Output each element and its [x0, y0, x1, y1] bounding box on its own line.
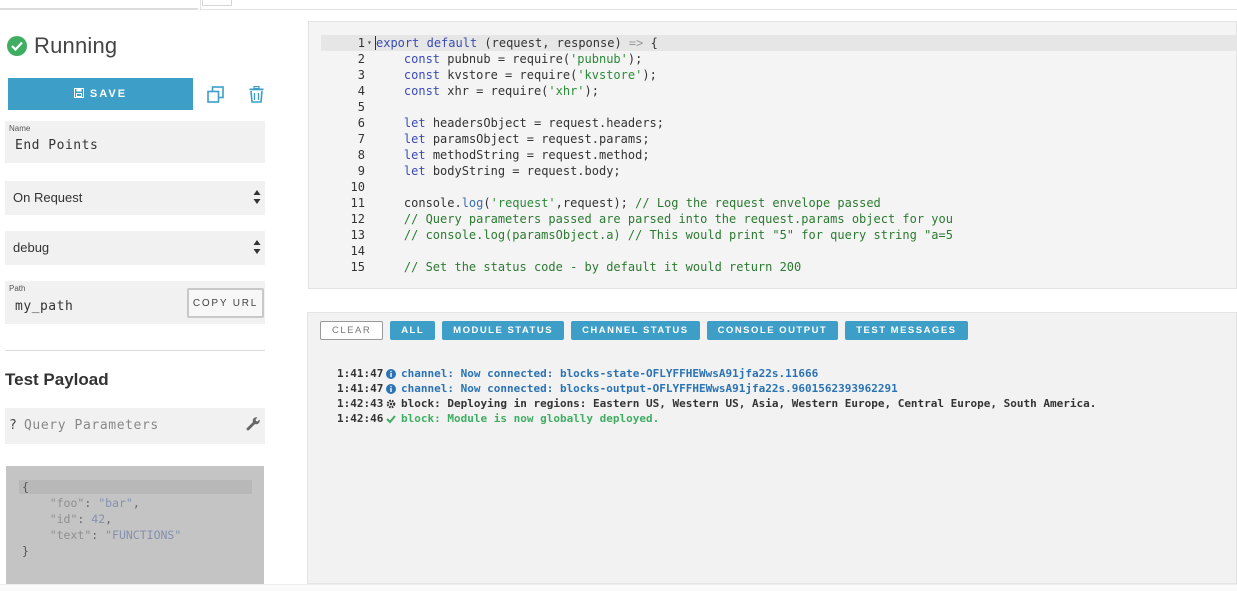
line-number: 12	[350, 212, 365, 226]
event-type-select[interactable]: On Request	[5, 181, 265, 215]
log-message: block: Deploying in regions: Eastern US,…	[401, 397, 1097, 410]
payload-line: "foo": "bar",	[49, 496, 140, 510]
code-text: let methodString = request.method;	[403, 148, 650, 162]
name-field[interactable]: Name End Points	[5, 121, 265, 163]
payload-active-line	[19, 480, 252, 494]
wrench-icon[interactable]	[246, 417, 261, 432]
code-text: let bodyString = request.body;	[403, 164, 621, 178]
console-log-entry: 1:42:43 block: Deploying in regions: East…	[337, 396, 1096, 411]
top-bar-control[interactable]	[202, 0, 232, 6]
line-number: 13	[350, 228, 365, 242]
console-log-list: 1:41:47 channel: Now connected: blocks-st…	[337, 366, 1096, 426]
query-parameters-input[interactable]: ? Query Parameters	[5, 408, 265, 444]
line-number: 8	[357, 148, 365, 162]
query-placeholder: Query Parameters	[24, 418, 159, 433]
code-text: const pubnub = require('pubnub');	[403, 52, 643, 66]
gear-icon	[385, 398, 397, 410]
status-indicator: Running	[7, 33, 117, 59]
line-number: 7	[357, 132, 365, 146]
console-tab-channel-status[interactable]: CHANNEL STATUS	[571, 321, 700, 340]
query-prefix: ?	[9, 418, 17, 433]
line-number: 9	[357, 164, 365, 178]
log-timestamp: 1:41:47	[337, 382, 384, 395]
code-text: // Query parameters passed are parsed in…	[403, 212, 953, 226]
code-text: export default (request, response) => {	[375, 36, 658, 50]
name-value: End Points	[15, 138, 99, 153]
log-timestamp: 1:41:47	[337, 367, 384, 380]
line-number: 5	[357, 100, 365, 114]
payload-line: "text": "FUNCTIONS"	[49, 528, 182, 542]
name-label: Name	[9, 124, 31, 133]
top-bar	[200, 0, 1237, 10]
duplicate-icon[interactable]	[205, 83, 225, 105]
line-number: 11	[350, 196, 365, 210]
code-text: // console.log(paramsObject.a) // This w…	[403, 228, 953, 242]
select-arrows-icon	[253, 240, 261, 254]
console-tab-console-output[interactable]: CONSOLE OUTPUT	[706, 321, 839, 340]
line-number: 2	[357, 52, 365, 66]
code-text: const kvstore = require('kvstore');	[403, 68, 657, 82]
line-number: 1	[357, 36, 365, 50]
log-level-select[interactable]: debug	[5, 231, 265, 265]
line-number: 15	[350, 260, 365, 274]
console-log-entry: 1:41:47 channel: Now connected: blocks-ou…	[337, 381, 1096, 396]
console-tab-all[interactable]: ALL	[390, 321, 436, 340]
code-text: let paramsObject = request.params;	[403, 132, 650, 146]
log-message: channel: Now connected: blocks-state-OFL…	[401, 367, 819, 380]
console-panel: CLEAR ALL MODULE STATUS CHANNEL STATUS CONSO…	[307, 312, 1237, 584]
test-payload-title: Test Payload	[5, 370, 109, 389]
log-level-value: debug	[13, 240, 50, 255]
copy-url-button[interactable]: COPY URL	[187, 288, 264, 318]
line-number: 14	[350, 244, 365, 258]
code-text: const xhr = require('xhr');	[403, 84, 599, 98]
bottom-strip	[0, 584, 1237, 591]
fold-arrow-icon[interactable]: ▾	[367, 35, 372, 51]
log-timestamp: 1:42:46	[337, 412, 384, 425]
console-tab-module-status[interactable]: MODULE STATUS	[442, 321, 565, 340]
console-log-entry: 1:41:47 channel: Now connected: blocks-st…	[337, 366, 1096, 381]
check-icon	[385, 413, 397, 425]
trash-icon[interactable]	[246, 83, 266, 105]
select-arrows-icon	[253, 190, 261, 204]
payload-line: "id": 42,	[49, 512, 113, 526]
test-payload-editor[interactable]: { "foo": "bar", "id": 42, "text": "FUNCT…	[6, 466, 264, 591]
code-text: // Set the status code - by default it w…	[403, 260, 802, 274]
top-strip	[0, 0, 1237, 10]
line-number: 10	[350, 180, 365, 194]
payload-line: {	[22, 480, 29, 494]
console-tab-test-messages[interactable]: TEST MESSAGES	[845, 321, 968, 340]
log-timestamp: 1:42:43	[337, 397, 384, 410]
line-number: 3	[357, 68, 365, 82]
code-text: console.log('request',request); // Log t…	[375, 196, 881, 210]
path-value: my_path	[15, 299, 74, 314]
code-editor[interactable]: 1 ▾ export default (request, response) => …	[308, 21, 1237, 289]
divider	[5, 350, 265, 351]
console-tabs: CLEAR ALL MODULE STATUS CHANNEL STATUS CONSO…	[320, 321, 968, 340]
status-label: Running	[34, 33, 118, 58]
code-text: let headersObject = request.headers;	[403, 116, 665, 130]
save-button[interactable]: SAVE	[8, 78, 193, 110]
line-number: 6	[357, 116, 365, 130]
save-label: SAVE	[89, 88, 128, 100]
log-message: channel: Now connected: blocks-output-OF…	[401, 382, 898, 395]
info-icon	[385, 368, 397, 380]
path-field[interactable]: Path my_path COPY URL	[5, 281, 265, 324]
path-label: Path	[9, 284, 26, 293]
info-icon	[385, 383, 397, 395]
console-log-entry: 1:42:46 block: Module is now globally dep…	[337, 411, 1096, 426]
check-circle-icon	[7, 36, 27, 56]
save-icon	[73, 87, 84, 101]
block-settings-panel: Running SAVE Name End Points On Request …	[0, 10, 270, 591]
log-message: block: Module is now globally deployed.	[401, 412, 660, 425]
console-tab-clear[interactable]: CLEAR	[320, 321, 384, 340]
line-number: 4	[357, 84, 365, 98]
event-type-value: On Request	[13, 190, 83, 205]
payload-line: }	[22, 544, 29, 558]
